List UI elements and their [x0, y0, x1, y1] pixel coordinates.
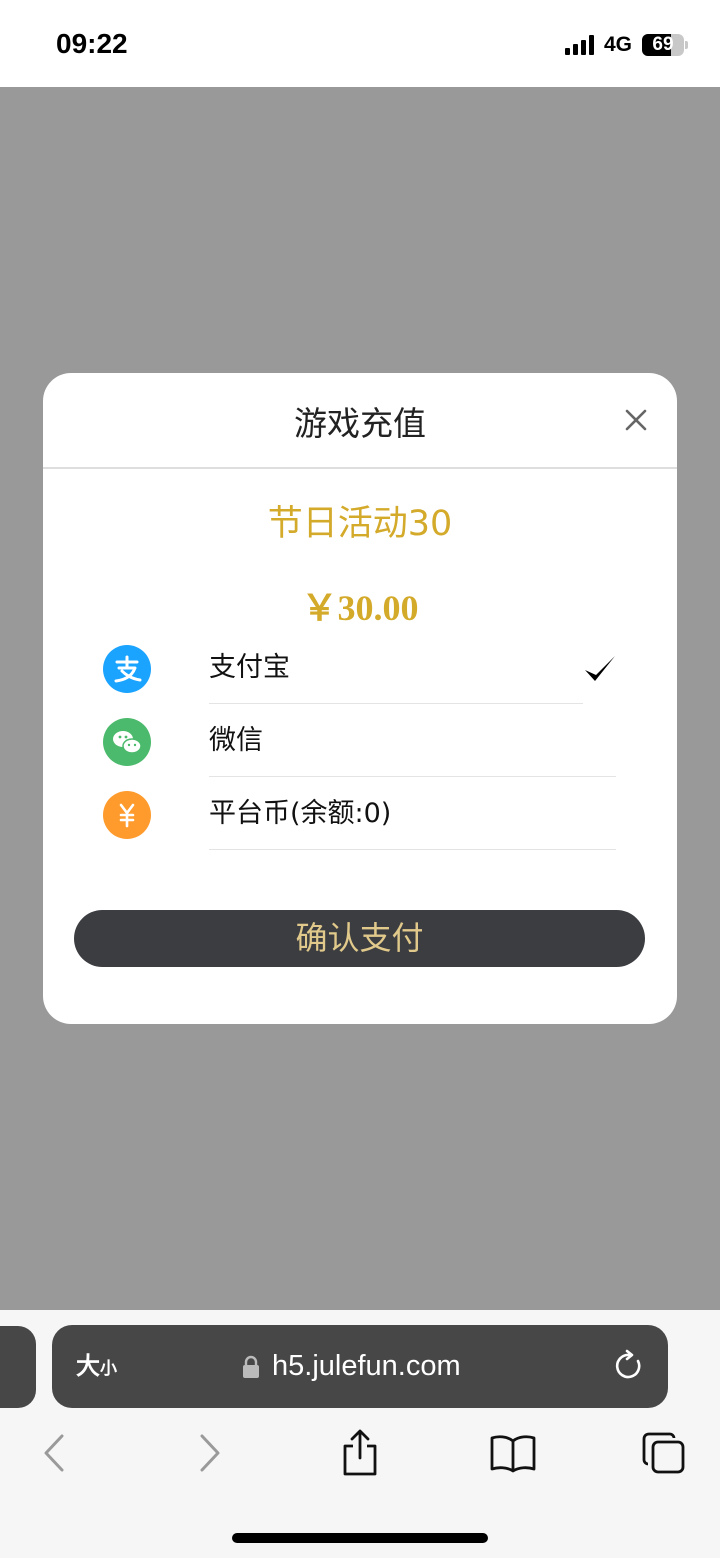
battery-icon: 69	[642, 34, 684, 56]
dialog-title: 游戏充值	[294, 404, 426, 443]
forward-button[interactable]	[192, 1428, 228, 1478]
close-button[interactable]	[619, 403, 653, 437]
product-name: 节日活动30	[267, 504, 453, 544]
status-indicators: 4G 69	[564, 30, 688, 60]
payment-option-wechat[interactable]: 微信	[43, 704, 677, 777]
check-icon	[583, 653, 617, 685]
recharge-dialog: 游戏充值 节日活动30 ￥30.00 支付宝 微信 平台币(余额:0) 确认支付	[43, 373, 677, 1024]
alipay-icon	[103, 645, 151, 693]
price-amount: ￥30.00	[301, 588, 419, 628]
reload-icon	[615, 1349, 641, 1379]
forward-icon	[200, 1434, 220, 1472]
payment-option-platform-coin[interactable]: 平台币(余额:0)	[43, 777, 677, 850]
previous-tab-preview[interactable]	[0, 1326, 36, 1408]
wechat-icon	[103, 718, 151, 766]
address-bar[interactable]: 大小 h5.julefun.com	[52, 1325, 668, 1408]
url-display[interactable]: h5.julefun.com	[242, 1325, 461, 1408]
tabs-button[interactable]	[640, 1428, 688, 1478]
platform-coin-icon	[103, 791, 151, 839]
lock-icon	[243, 1355, 259, 1378]
tabs-icon	[642, 1432, 685, 1474]
payment-label: 支付宝	[209, 652, 290, 683]
payment-option-alipay[interactable]: 支付宝	[43, 631, 677, 704]
text-size-button[interactable]: 大小	[76, 1325, 117, 1408]
signal-icon	[564, 35, 594, 55]
bookmarks-button[interactable]	[488, 1428, 538, 1478]
back-button[interactable]	[36, 1428, 72, 1478]
share-icon	[343, 1429, 377, 1476]
network-type: 4G	[603, 33, 632, 56]
payment-method-list: 支付宝 微信 平台币(余额:0)	[43, 631, 677, 850]
payment-label: 平台币(余额:0)	[209, 798, 392, 829]
status-time: 09:22	[56, 28, 128, 59]
bookmarks-icon	[490, 1435, 536, 1473]
browser-bar: 大小 h5.julefun.com	[0, 1310, 720, 1558]
battery-level: 69	[652, 34, 674, 55]
share-button[interactable]	[338, 1428, 382, 1478]
browser-toolbar	[0, 1428, 720, 1482]
home-indicator	[232, 1533, 488, 1543]
status-bar: 09:22 4G 69	[0, 0, 720, 87]
confirm-payment-button[interactable]: 确认支付	[74, 910, 645, 967]
battery-nub	[685, 41, 688, 49]
reload-button[interactable]	[612, 1349, 646, 1383]
close-icon	[625, 409, 647, 431]
back-icon	[44, 1434, 64, 1472]
payment-label: 微信	[209, 725, 263, 756]
dialog-header: 游戏充值	[43, 373, 677, 469]
divider	[209, 849, 616, 850]
url-text: h5.julefun.com	[272, 1350, 461, 1382]
